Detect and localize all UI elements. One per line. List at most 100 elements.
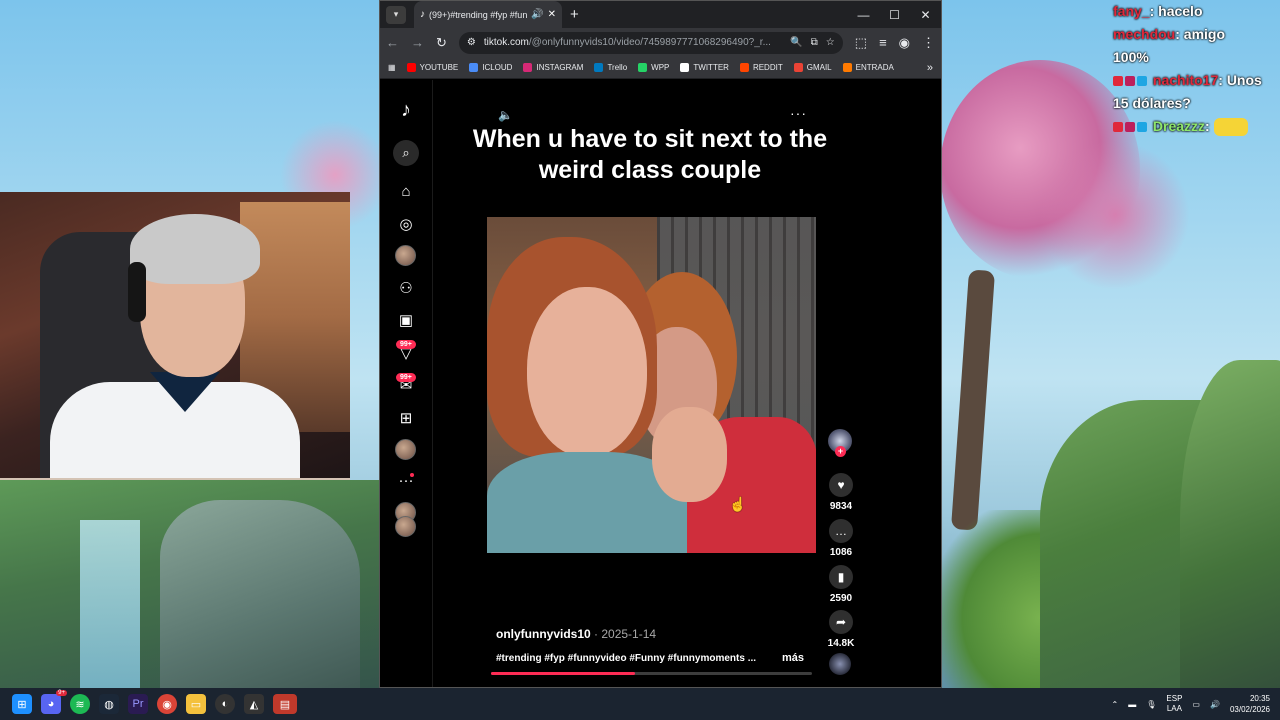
bookmark-label: WPP: [651, 63, 670, 72]
x-twitter-icon: [680, 63, 690, 72]
more-dots-icon[interactable]: ···: [394, 468, 418, 492]
media-controls-icon[interactable]: ≡: [879, 35, 887, 50]
premiere-pro-icon[interactable]: Pr: [128, 694, 148, 714]
creator-username[interactable]: onlyfunnyvids10: [496, 627, 591, 641]
network-icon[interactable]: ▭: [1192, 700, 1200, 709]
browser-tab-active[interactable]: ♪ (99+)#trending #fyp #funny 🔊 ✕: [414, 1, 562, 28]
steam-icon[interactable]: ◍: [99, 694, 119, 714]
entrada-icon: [842, 63, 852, 72]
bookmark-gmail[interactable]: GMAIL: [793, 63, 832, 72]
music-disc-icon[interactable]: [829, 653, 851, 675]
bookmarks-overflow-button[interactable]: »: [927, 62, 933, 74]
site-settings-icon[interactable]: ⚙: [467, 37, 476, 48]
profile-avatar-icon[interactable]: ◉: [899, 35, 910, 51]
speaker-icon[interactable]: 🔊: [531, 9, 543, 20]
chat-message: 15 dólares?: [1108, 92, 1280, 115]
spotify-icon[interactable]: ≋: [70, 694, 90, 714]
microphone-icon[interactable]: 🎙: [1146, 700, 1156, 709]
explore-compass-icon[interactable]: ◎: [394, 212, 418, 236]
tiktok-page: ♪ ⌕ ⌂ ◎ ⚇ ▣ ▽ 99+ ✉ 99+ ⊞ ··· 🔈 ··· When…: [380, 80, 941, 687]
webcam-feed: [0, 192, 350, 480]
video-person-hand: [652, 407, 727, 502]
app-icon[interactable]: ◭: [244, 694, 264, 714]
new-tab-button[interactable]: +: [570, 6, 579, 23]
tiktok-logo-icon[interactable]: ♪: [394, 98, 418, 122]
stream-app-icon[interactable]: ▤: [273, 694, 297, 714]
tab-search-button[interactable]: ▾: [386, 5, 406, 24]
extensions-icon[interactable]: ⬚: [855, 35, 867, 51]
chrome-icon[interactable]: ◉: [157, 694, 177, 714]
taskbar-clock[interactable]: 20:35 03/02/2026: [1230, 693, 1270, 715]
bookmark-wpp[interactable]: WPP: [638, 63, 669, 72]
bookmark-youtube[interactable]: YOUTUBE: [406, 63, 459, 72]
language-indicator[interactable]: ESP LAA: [1166, 694, 1182, 714]
chat-badge-icon: [1137, 76, 1147, 87]
more-link[interactable]: más: [782, 652, 804, 664]
chat-text: 15 dólares?: [1113, 95, 1191, 111]
like-button[interactable]: ♥ 9834: [823, 473, 859, 512]
youtube-icon: [406, 63, 416, 72]
forward-arrow-icon[interactable]: →: [411, 35, 424, 50]
hashtag-list[interactable]: #trending #fyp #funnyvideo #Funny #funny…: [496, 653, 756, 664]
comment-count: 1086: [829, 547, 853, 558]
follow-plus-icon[interactable]: +: [835, 446, 846, 457]
reload-icon[interactable]: ↻: [436, 35, 447, 51]
minimize-icon[interactable]: —: [848, 8, 879, 22]
discord-icon[interactable]: ◕ 9+: [41, 690, 67, 714]
friends-icon[interactable]: ⚇: [394, 276, 418, 300]
tray-app-icon[interactable]: ▬: [1128, 700, 1136, 709]
close-window-icon[interactable]: ✕: [910, 8, 941, 22]
back-arrow-icon[interactable]: ←: [386, 35, 399, 50]
video-progress-bar[interactable]: [491, 672, 812, 675]
save-button[interactable]: ▮ 2590: [823, 565, 859, 604]
apps-grid-icon[interactable]: ▦: [388, 63, 396, 72]
video-caption-title: When u have to sit next to the weird cla…: [472, 125, 828, 184]
bookmark-trello[interactable]: Trello: [594, 63, 627, 72]
volume-icon[interactable]: 🔈: [498, 108, 513, 122]
url-text: tiktok.com/@onlyfunnyvids10/video/745989…: [484, 37, 782, 48]
obs-icon[interactable]: ◐: [215, 694, 235, 714]
reddit-icon: [739, 63, 749, 72]
clock-date: 03/02/2026: [1229, 705, 1270, 714]
video-player[interactable]: [487, 217, 816, 553]
bookmark-star-icon[interactable]: ☆: [826, 37, 835, 48]
bookmark-icloud[interactable]: ICLOUD: [469, 63, 512, 72]
tray-chevron-icon[interactable]: ⌃: [1112, 700, 1119, 709]
maximize-icon[interactable]: ☐: [879, 8, 910, 22]
zoom-icon[interactable]: 🔍: [790, 37, 802, 48]
bookmark-label: ICLOUD: [482, 63, 513, 72]
volume-icon[interactable]: 🔊: [1210, 700, 1220, 709]
home-icon[interactable]: ⌂: [394, 179, 418, 203]
comment-button[interactable]: … 1086: [823, 519, 859, 558]
video-options-icon[interactable]: ···: [790, 105, 807, 121]
bookmark-instagram[interactable]: INSTAGRAM: [523, 63, 583, 72]
wallpaper-cherry-tree-foliage: [1040, 140, 1190, 290]
following-avatar[interactable]: [395, 245, 416, 266]
bookmark-reddit[interactable]: REDDIT: [739, 63, 783, 72]
tiktok-favicon-icon: ♪: [420, 9, 425, 20]
search-icon[interactable]: ⌕: [393, 140, 419, 166]
followed-account-avatar[interactable]: [395, 516, 416, 537]
chat-badge-icon: [1125, 122, 1135, 133]
notification-dot: [410, 473, 414, 477]
whatsapp-icon: [638, 63, 648, 72]
clock-time: 20:35: [1249, 694, 1270, 703]
bookmark-twitter[interactable]: TWITTER: [680, 63, 729, 72]
bookmark-entrada[interactable]: ENTRADA: [842, 63, 894, 72]
file-explorer-icon[interactable]: ▭: [186, 694, 206, 714]
chat-text: 100%: [1113, 49, 1149, 65]
comment-bubble-icon: …: [829, 519, 853, 543]
browser-menu-icon[interactable]: ⋮: [922, 35, 935, 51]
share-button[interactable]: ➦ 14.8K: [823, 610, 859, 649]
address-bar[interactable]: ⚙ tiktok.com/@onlyfunnyvids10/video/7459…: [458, 31, 843, 54]
close-tab-icon[interactable]: ✕: [548, 9, 556, 20]
bookmark-label: YOUTUBE: [419, 63, 459, 72]
live-tv-icon[interactable]: ▣: [394, 308, 418, 332]
chat-message: nachito17: Unos: [1108, 69, 1280, 92]
cast-icon[interactable]: ⧉: [811, 37, 818, 48]
windows-start-icon[interactable]: ⊞: [12, 694, 32, 714]
like-count: 9834: [829, 501, 853, 512]
upload-plus-icon[interactable]: ⊞: [394, 406, 418, 430]
profile-avatar[interactable]: [395, 439, 416, 460]
url-host: tiktok.com: [483, 37, 529, 48]
